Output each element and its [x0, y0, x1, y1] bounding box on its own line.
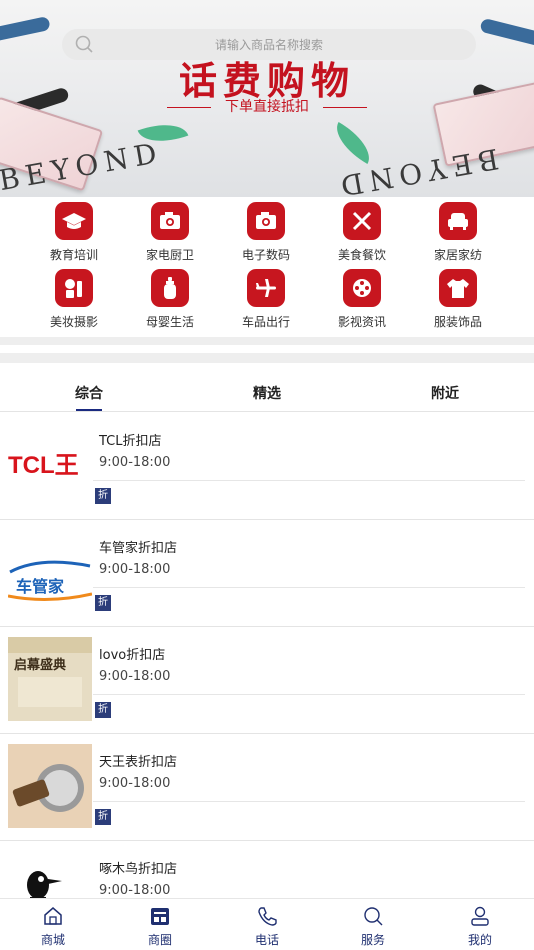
category-food[interactable]: 美食餐饮: [314, 202, 410, 263]
banner-subtitle-text: 下单直接抵扣: [225, 99, 309, 115]
store-logo: [8, 744, 92, 828]
category-appliances[interactable]: 家电厨卫: [122, 202, 218, 263]
user-icon: [450, 905, 510, 927]
nav-label: 我的: [467, 933, 492, 947]
store-hours: 9:00-18:00: [99, 455, 171, 470]
bottom-nav: 商城 商圈 电话 服务 我的: [0, 898, 534, 950]
store-logo-text: TCL王: [8, 452, 79, 479]
store-hours: 9:00-18:00: [99, 562, 171, 577]
store-hours: 9:00-18:00: [99, 669, 171, 684]
category-home[interactable]: 家居家纺: [410, 202, 506, 263]
store-name: TCL折扣店: [99, 434, 162, 449]
subtitle-line-left: [167, 106, 211, 108]
nav-label: 服务: [360, 933, 385, 947]
tab-nearby[interactable]: 附近: [405, 383, 485, 403]
category-baby[interactable]: 母婴生活: [122, 269, 218, 330]
tshirt-icon: [439, 269, 477, 307]
store-logo: 车管家: [8, 530, 92, 614]
airplane-icon: [247, 269, 285, 307]
store-name: lovo折扣店: [99, 648, 166, 663]
decor-stick: [479, 17, 534, 49]
category-digital[interactable]: 电子数码: [218, 202, 314, 263]
nav-label: 商城: [40, 933, 65, 947]
category-label: 母婴生活: [145, 315, 194, 329]
sofa-icon: [439, 202, 477, 240]
category-clothing[interactable]: 服装饰品: [410, 269, 506, 330]
store-divider: [93, 587, 525, 588]
nav-business-circle[interactable]: 商圈: [130, 905, 190, 948]
discount-badge: 折: [95, 488, 111, 504]
category-label: 家居家纺: [433, 248, 482, 262]
category-media[interactable]: 影视资讯: [314, 269, 410, 330]
store-logo-text: 启幕盛典: [14, 657, 66, 672]
camera-icon: [151, 202, 189, 240]
nav-mine[interactable]: 我的: [450, 905, 510, 948]
category-label: 美食餐饮: [337, 248, 386, 262]
store-name: 啄木鸟折扣店: [99, 862, 178, 877]
tab-comprehensive[interactable]: 综合: [49, 383, 129, 411]
graduation-cap-icon: [55, 202, 93, 240]
store-icon: [130, 905, 190, 927]
decor-stick: [0, 15, 51, 43]
category-label: 美妆摄影: [49, 315, 98, 329]
store-logo-text: 车管家: [16, 577, 65, 596]
store-divider: [93, 694, 525, 695]
category-label: 家电厨卫: [145, 248, 194, 262]
category-label: 影视资讯: [337, 315, 386, 329]
banner-subtitle: 下单直接抵扣: [0, 96, 534, 116]
nav-label: 商圈: [147, 933, 172, 947]
nav-service[interactable]: 服务: [343, 905, 403, 948]
category-label: 电子数码: [241, 248, 290, 262]
category-label: 服装饰品: [433, 315, 482, 329]
filter-tabs: 综合 精选 附近: [0, 370, 534, 412]
search-input[interactable]: 请输入商品名称搜索: [62, 29, 476, 60]
store-item-carmanager[interactable]: 车管家 车管家折扣店 9:00-18:00 折: [0, 520, 534, 627]
home-icon: [23, 905, 83, 927]
section-divider: [0, 337, 534, 345]
camera-icon: [247, 202, 285, 240]
category-label: 车品出行: [241, 315, 290, 329]
subtitle-line-right: [323, 106, 367, 108]
category-beauty[interactable]: 美妆摄影: [26, 269, 122, 330]
fork-knife-icon: [343, 202, 381, 240]
store-hours: 9:00-18:00: [99, 776, 171, 791]
film-reel-icon: [343, 269, 381, 307]
leaf-icon: [327, 121, 379, 165]
category-grid: 教育培训 家电厨卫 电子数码 美食餐饮 家居家纺 美妆摄影 母婴生活 车品出行 …: [0, 197, 534, 337]
discount-badge: 折: [95, 809, 111, 825]
baby-bottle-icon: [151, 269, 189, 307]
store-hours: 9:00-18:00: [99, 883, 171, 898]
makeup-icon: [55, 269, 93, 307]
store-divider: [93, 801, 525, 802]
tab-featured[interactable]: 精选: [227, 383, 307, 403]
store-logo: TCL王: [8, 423, 92, 507]
discount-badge: 折: [95, 702, 111, 718]
category-travel[interactable]: 车品出行: [218, 269, 314, 330]
section-divider: [0, 353, 534, 363]
store-name: 天王表折扣店: [99, 755, 178, 770]
nav-phone[interactable]: 电话: [237, 905, 297, 948]
store-item-lovo[interactable]: 启幕盛典 lovo折扣店 9:00-18:00 折: [0, 627, 534, 734]
phone-icon: [237, 905, 297, 927]
discount-badge: 折: [95, 595, 111, 611]
service-icon: [343, 905, 403, 927]
store-name: 车管家折扣店: [99, 541, 178, 556]
nav-mall[interactable]: 商城: [23, 905, 83, 948]
store-item-tcl[interactable]: TCL王 TCL折扣店 9:00-18:00 折: [0, 413, 534, 520]
store-divider: [93, 480, 525, 481]
nav-label: 电话: [254, 933, 279, 947]
store-list: TCL王 TCL折扣店 9:00-18:00 折 车管家 车管家折扣店 9:00…: [0, 413, 534, 948]
category-education[interactable]: 教育培训: [26, 202, 122, 263]
search-placeholder: 请输入商品名称搜索: [214, 38, 323, 52]
category-label: 教育培训: [49, 248, 98, 262]
store-logo: 启幕盛典: [8, 637, 92, 721]
store-item-tianwang[interactable]: 天王表折扣店 9:00-18:00 折: [0, 734, 534, 841]
